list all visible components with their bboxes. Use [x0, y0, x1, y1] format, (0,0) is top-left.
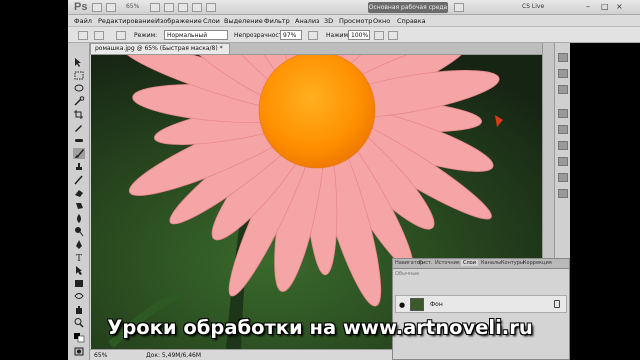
arrange-documents-button[interactable]	[192, 3, 202, 12]
menu-edit[interactable]: Редактирование	[98, 17, 155, 25]
quick-selection-tool-icon[interactable]	[73, 96, 85, 107]
masks-panel-icon[interactable]	[558, 125, 568, 134]
styles-panel-icon[interactable]	[558, 85, 568, 94]
tab-histogram[interactable]: Гист.	[419, 260, 433, 266]
brush-preset-icon[interactable]	[78, 31, 88, 40]
photoshop-window: Ps 65% Основная рабочая среда CS Live – …	[0, 0, 640, 360]
color-panel-icon[interactable]	[558, 53, 568, 62]
menu-image[interactable]: Изображение	[155, 17, 202, 25]
quick-mask-icon[interactable]	[73, 346, 85, 357]
menu-view[interactable]: Просмотр	[339, 17, 372, 25]
bridge-button[interactable]	[92, 3, 102, 12]
eyedropper-tool-icon[interactable]	[73, 122, 85, 133]
actions-panel-icon[interactable]	[558, 189, 568, 198]
brushes-panel-icon[interactable]	[558, 141, 568, 150]
pressure-label: Нажим:	[326, 32, 351, 39]
tab-clone-source[interactable]: Источник	[435, 260, 460, 266]
hand-tool-button[interactable]	[150, 3, 160, 12]
screen-background	[570, 43, 640, 360]
layers-panel-tabs: Навигатор Гист. Источник Слои Каналы Кон…	[393, 259, 569, 269]
blend-mode-select[interactable]: Обычные	[395, 271, 419, 280]
pen-tool-icon[interactable]	[73, 239, 85, 250]
menu-layers[interactable]: Слои	[203, 17, 220, 25]
opacity-input[interactable]: 97%	[280, 30, 302, 40]
menu-filter[interactable]: Фильтр	[264, 17, 290, 25]
menu-select[interactable]: Выделение	[224, 17, 263, 25]
swatches-panel-icon[interactable]	[558, 69, 568, 78]
zoom-level[interactable]: 65%	[126, 3, 139, 10]
mini-bridge-button[interactable]	[106, 3, 116, 12]
marquee-tool-icon[interactable]	[73, 70, 85, 81]
move-tool-icon[interactable]	[73, 57, 85, 68]
adjustments-panel-icon[interactable]	[558, 109, 568, 118]
type-tool-icon[interactable]: T	[73, 252, 85, 263]
menu-help[interactable]: Справка	[397, 17, 426, 25]
eye-icon[interactable]: ●	[399, 301, 405, 309]
menu-3d[interactable]: 3D	[324, 17, 333, 25]
zoom-tool-button[interactable]	[164, 3, 174, 12]
menu-bar: Файл Редактирование Изображение Слои Выд…	[68, 15, 640, 27]
workspace-switcher[interactable]: Основная рабочая среда	[368, 2, 448, 13]
layer-row[interactable]: ● Фон	[395, 295, 567, 313]
tools-panel: T	[68, 43, 90, 360]
airbrush-icon[interactable]	[374, 31, 384, 40]
cs-live-button[interactable]: CS Live	[522, 3, 544, 10]
workspace-menu-icon[interactable]	[454, 3, 464, 12]
layers-panel: Навигатор Гист. Источник Слои Каналы Кон…	[392, 258, 570, 360]
crop-tool-icon[interactable]	[73, 109, 85, 120]
status-zoom[interactable]: 65%	[94, 352, 107, 359]
tab-layers[interactable]: Слои	[461, 260, 478, 266]
svg-text:T: T	[76, 254, 82, 263]
path-selection-tool-icon[interactable]	[73, 265, 85, 276]
menu-file[interactable]: Файл	[74, 17, 92, 25]
screen-mode-button[interactable]	[206, 3, 216, 12]
eraser-tool-icon[interactable]	[73, 187, 85, 198]
clone-stamp-tool-icon[interactable]	[73, 161, 85, 172]
tab-paths[interactable]: Контуры	[501, 260, 524, 266]
photoshop-logo: Ps	[74, 1, 88, 13]
history-brush-tool-icon[interactable]	[73, 174, 85, 185]
mode-select[interactable]: Нормальный	[164, 30, 228, 40]
rotate-view-button[interactable]	[178, 3, 188, 12]
panel-dock-icons	[554, 43, 570, 263]
maximize-icon[interactable]: □	[601, 2, 609, 11]
dodge-tool-icon[interactable]	[73, 226, 85, 237]
history-panel-icon[interactable]	[558, 173, 568, 182]
brush-tool-icon[interactable]	[73, 148, 85, 159]
blur-tool-icon[interactable]	[73, 213, 85, 224]
layer-thumbnail	[410, 298, 424, 311]
pressure-input[interactable]: 100%	[348, 30, 370, 40]
tab-channels[interactable]: Каналы	[481, 260, 501, 266]
healing-brush-tool-icon[interactable]	[73, 135, 85, 146]
document-tab[interactable]: ромашка.jpg @ 65% (Быстрая маска/8) *	[90, 43, 230, 54]
options-bar: Режим: Нормальный Непрозрачность: 97% На…	[68, 27, 640, 43]
minimize-icon[interactable]: –	[586, 2, 590, 11]
hand-tool-icon[interactable]	[73, 304, 85, 315]
tab-adjustments[interactable]: Коррекция	[523, 260, 552, 266]
gradient-tool-icon[interactable]	[73, 200, 85, 211]
lock-icon	[554, 300, 560, 308]
layer-name: Фон	[430, 301, 443, 308]
lasso-tool-icon[interactable]	[73, 83, 85, 94]
clone-source-panel-icon[interactable]	[558, 157, 568, 166]
menu-analysis[interactable]: Анализ	[295, 17, 320, 25]
application-bar: Ps 65% Основная рабочая среда CS Live – …	[68, 0, 640, 15]
tablet-pressure-icon[interactable]	[388, 31, 398, 40]
opacity-pressure-icon[interactable]	[308, 31, 318, 40]
left-letterbox	[0, 0, 68, 360]
mode-label: Режим:	[134, 32, 158, 39]
brush-panel-icon[interactable]	[116, 31, 126, 40]
close-icon[interactable]: ×	[616, 2, 623, 11]
video-caption: Уроки обработки на www.artnoveli.ru	[107, 316, 533, 339]
3d-rotate-tool-icon[interactable]	[73, 291, 85, 302]
menu-window[interactable]: Окно	[373, 17, 390, 25]
status-document-size: Док: 5,49M/6,46M	[146, 352, 202, 359]
brush-size-icon[interactable]	[94, 31, 104, 40]
shape-tool-icon[interactable]	[73, 278, 85, 289]
